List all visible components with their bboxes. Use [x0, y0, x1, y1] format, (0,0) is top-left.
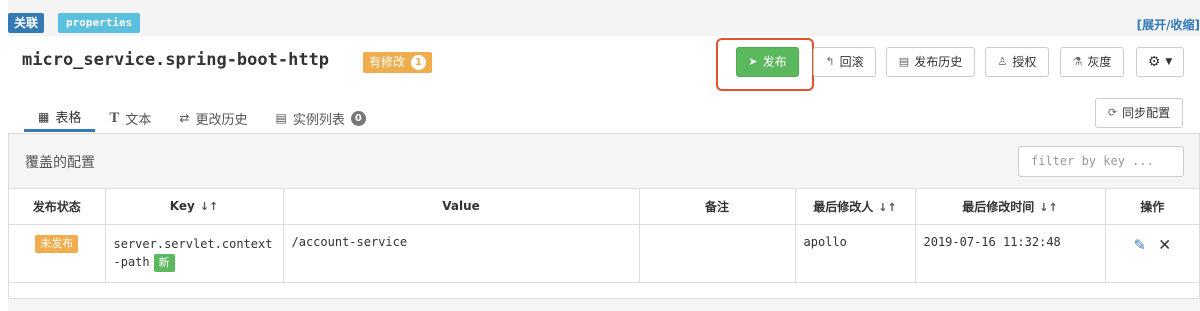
expand-collapse-link[interactable]: [展开/收缩] — [1137, 16, 1200, 33]
sort-icon: ↓↑ — [878, 200, 897, 214]
settings-dropdown-button[interactable]: ⚙ ▼ — [1136, 47, 1184, 77]
format-tag: properties — [58, 13, 141, 33]
sync-config-button[interactable]: ⟳ 同步配置 — [1095, 98, 1183, 128]
tab-table[interactable]: ▦ 表格 — [24, 104, 96, 132]
section-title: 覆盖的配置 — [25, 155, 95, 171]
authorize-label: 授权 — [1012, 55, 1037, 69]
status-badge: 未发布 — [35, 234, 79, 253]
view-tabs: ▦ 表格 T 文本 ⇄ 更改历史 ▤ 实例列表 0 — [24, 104, 380, 134]
filter-input[interactable]: filter by key ... — [1018, 146, 1184, 177]
namespace-title: micro_service.spring-boot-http — [22, 50, 330, 70]
instance-count-badge: 0 — [350, 110, 366, 126]
modified-time-cell: 2019-07-16 11:32:48 — [915, 224, 1106, 283]
flask-icon: ⚗ — [1072, 55, 1083, 68]
comment-cell — [639, 224, 796, 283]
table-icon: ▦ — [38, 109, 50, 124]
col-modifier-label: 最后修改人 — [813, 199, 874, 214]
tab-text[interactable]: T 文本 — [95, 104, 165, 132]
modified-count: 1 — [411, 55, 427, 70]
tab-change-history-label: 更改历史 — [195, 112, 248, 128]
col-status: 发布状态 — [9, 189, 106, 225]
col-modified-time-label: 最后修改时间 — [962, 199, 1035, 214]
delete-icon[interactable]: ✕ — [1159, 233, 1170, 255]
next-section-edge — [8, 298, 1200, 311]
exchange-icon: ⇄ — [179, 111, 190, 125]
sync-icon: ⟳ — [1107, 106, 1118, 119]
new-badge: 新 — [153, 253, 175, 272]
status-cell: 未发布 — [9, 224, 106, 283]
col-actions: 操作 — [1105, 189, 1199, 225]
col-value: Value — [283, 189, 640, 225]
tab-text-label: 文本 — [125, 112, 152, 128]
col-key[interactable]: Key ↓↑ — [105, 189, 284, 225]
tab-instances-label: 实例列表 — [292, 112, 345, 128]
tab-change-history[interactable]: ⇄ 更改历史 — [165, 104, 261, 132]
col-modified-time[interactable]: 最后修改时间 ↓↑ — [915, 189, 1106, 225]
grayscale-button[interactable]: ⚗ 灰度 — [1060, 47, 1124, 77]
sort-icon: ↓↑ — [199, 200, 219, 214]
col-modifier[interactable]: 最后修改人 ↓↑ — [795, 189, 916, 225]
text-icon: T — [109, 109, 120, 126]
actions-cell: ✎ ✕ — [1105, 224, 1199, 283]
tab-instances[interactable]: ▤ 实例列表 0 — [261, 104, 379, 132]
namespace-top-strip: 关联 properties [展开/收缩] — [8, 0, 1200, 36]
key-cell: server.servlet.context-path 新 — [105, 224, 284, 283]
calendar-icon: ▤ — [898, 55, 910, 68]
overridden-config-section: 覆盖的配置 filter by key ... 发布状态 Key ↓↑ Value… — [8, 133, 1200, 311]
col-comment: 备注 — [639, 189, 796, 225]
release-history-button[interactable]: ▤ 发布历史 — [886, 47, 975, 77]
key-text: server.servlet.context-path — [113, 236, 273, 269]
config-table: 发布状态 Key ↓↑ Value 备注 最后修改人 ↓↑ 最后修改时间 ↓↑ 操作 … — [9, 189, 1199, 283]
gear-icon: ⚙ — [1147, 54, 1161, 70]
caret-down-icon: ▼ — [1165, 57, 1173, 67]
sort-icon: ↓↑ — [1039, 200, 1058, 214]
grayscale-label: 灰度 — [1087, 55, 1112, 69]
edit-icon[interactable]: ✎ — [1134, 234, 1145, 255]
table-header-row: 发布状态 Key ↓↑ Value 备注 最后修改人 ↓↑ 最后修改时间 ↓↑ 操作 — [9, 189, 1199, 225]
section-header: 覆盖的配置 filter by key ... — [9, 134, 1199, 189]
publish-label: 发布 — [762, 55, 787, 69]
authorize-button[interactable]: ♙ 授权 — [985, 47, 1049, 77]
publish-button[interactable]: ➤ 发布 — [736, 47, 799, 77]
user-icon: ♙ — [997, 55, 1008, 68]
send-icon: ➤ — [748, 55, 758, 68]
rollback-icon: ↰ — [825, 55, 835, 68]
col-key-label: Key — [169, 199, 195, 214]
server-icon: ▤ — [275, 111, 287, 125]
association-tag: 关联 — [8, 13, 45, 33]
rollback-button[interactable]: ↰ 回滚 — [813, 47, 876, 77]
modifier-cell: apollo — [795, 224, 916, 283]
tab-table-label: 表格 — [55, 111, 82, 126]
modified-label: 有修改 — [369, 55, 406, 69]
value-cell: /account-service — [283, 224, 640, 283]
modified-badge: 有修改 1 — [363, 52, 433, 73]
sync-config-label: 同步配置 — [1122, 106, 1171, 120]
table-row: 未发布 server.servlet.context-path 新 /accoun… — [9, 224, 1199, 283]
release-history-label: 发布历史 — [914, 55, 963, 69]
rollback-label: 回滚 — [839, 55, 864, 69]
namespace-panel: 关联 properties [展开/收缩] micro_service.spri… — [8, 0, 1200, 311]
